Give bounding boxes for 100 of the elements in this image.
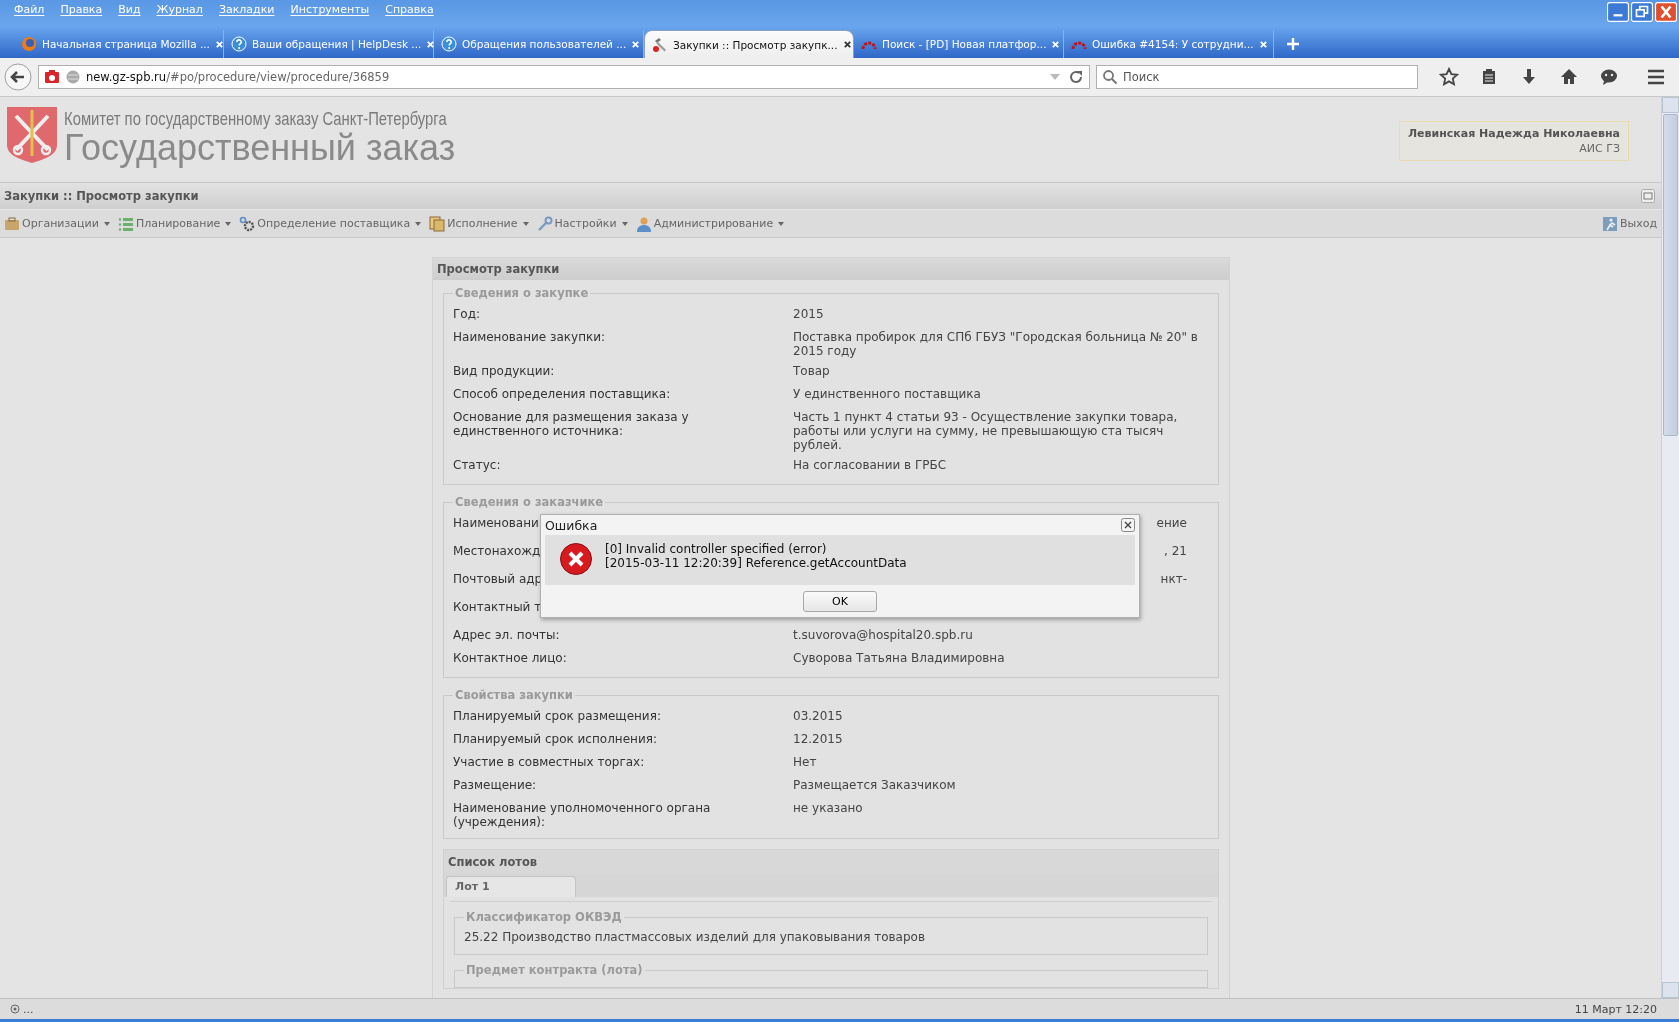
browser-tab[interactable]: Закупки :: Просмотр закупк... (644, 30, 854, 58)
documents-icon (429, 215, 446, 232)
field-value: На согласовании в ГРБС (793, 458, 947, 472)
field-label: Вид продукции: (453, 364, 555, 378)
user-name: Левинская Надежда Николаевна (1407, 127, 1620, 140)
caret-icon (415, 221, 422, 226)
emblem-icon (6, 106, 58, 164)
field-label: Наименовани (453, 516, 539, 530)
restore-icon[interactable] (1631, 2, 1653, 22)
lots-title: Список лотов (444, 850, 1218, 874)
field-label: Статус: (453, 458, 501, 472)
error-icon (559, 542, 593, 576)
menu-item[interactable]: Вид (110, 3, 149, 16)
menu-item[interactable]: Правка (52, 3, 111, 16)
organization-name: Комитет по государственному заказу Санкт-Петербурга (64, 108, 448, 130)
scrollbar[interactable] (1661, 97, 1679, 998)
field-label: Контактное лицо: (453, 651, 567, 665)
group-title: Классификатор ОКВЭД (465, 910, 623, 924)
field-value: Часть 1 пункт 4 статьи 93 - Осуществление закупки товара, работы или услуги на сумму, не превышающую ста тысяч рублей. (793, 410, 1178, 452)
caret-icon (103, 221, 110, 226)
back-icon[interactable] (4, 63, 32, 91)
toolbar-menu[interactable]: Настройки (536, 215, 628, 232)
page-title: Закупки :: Просмотр закупки (4, 189, 199, 203)
help-icon (231, 36, 247, 52)
panel-title: Просмотр закупки (433, 258, 1229, 280)
menu-item[interactable]: Закладки (210, 3, 283, 16)
field-value: ение (1156, 516, 1187, 530)
star-icon[interactable] (1439, 67, 1459, 87)
new-tab-icon[interactable] (1286, 37, 1300, 51)
field-value: Суворова Татьяна Владимировна (793, 651, 1005, 665)
error-message: [2015-03-11 12:20:39] Reference.getAccountData (605, 556, 907, 570)
caret-icon (621, 221, 628, 226)
toolbar-menu[interactable]: Администрирование (635, 215, 785, 232)
field-label: Участие в совместных торгах: (453, 755, 645, 769)
dialog-title: Ошибка (545, 517, 598, 533)
camera-icon (44, 69, 60, 85)
lot-tab[interactable]: Лот 1 (446, 876, 576, 897)
toolbar-menu[interactable]: Планирование (117, 215, 232, 232)
field-label: Размещение: (453, 778, 537, 792)
field-value: 03.2015 (793, 709, 843, 723)
field-value: 2015 (793, 307, 824, 321)
field-value: Товар (793, 364, 830, 378)
caret-icon (522, 221, 529, 226)
section-title: Свойства закупки (454, 688, 574, 702)
menu-icon[interactable] (1646, 67, 1666, 87)
chat-icon[interactable] (1599, 67, 1619, 87)
ok-button[interactable]: OK (803, 591, 877, 612)
close-icon[interactable] (842, 40, 852, 49)
menu-item[interactable]: Инструменты (282, 3, 378, 16)
close-icon[interactable] (1121, 518, 1135, 532)
field-value: Поставка пробирок для СПб ГБУЗ "Городская больница № 20" в 2015 году (793, 330, 1198, 358)
field-label: Местонахожд (453, 544, 541, 558)
field-label: Наименование уполномоченного органа (учреждения): (453, 801, 711, 829)
exit-icon (1601, 215, 1618, 232)
help-icon (441, 36, 457, 52)
field-value: t.suvorova@hospital20.spb.ru (793, 628, 973, 642)
menu-item[interactable]: Файл (6, 3, 53, 16)
globe-icon (65, 69, 81, 85)
hammer-icon (652, 36, 668, 53)
search-icon (1102, 69, 1118, 85)
status-icon (10, 1004, 20, 1014)
toolbar-menu[interactable]: Исполнение (429, 215, 529, 232)
menu-item[interactable]: Журнал (148, 3, 211, 16)
logout-button[interactable]: Выход (1601, 215, 1657, 232)
group-title: Предмет контракта (лота) (465, 963, 644, 977)
classifier-text: 25.22 Производство пластмассовых изделий для упаковывания товаров (464, 929, 926, 946)
field-label: Способ определения поставщика: (453, 387, 671, 401)
list-icon (117, 215, 134, 232)
field-value: , 21 (1164, 544, 1187, 558)
status-text: ... (23, 1002, 34, 1016)
field-value: нкт- (1160, 572, 1187, 586)
field-value: 12.2015 (793, 732, 843, 746)
reload-icon[interactable] (1068, 69, 1084, 85)
caret-icon (778, 221, 785, 226)
section-title: Сведения о закупке (454, 286, 590, 300)
field-label: Наименование закупки: (453, 330, 606, 344)
address-field[interactable]: new.gz-spb.ru/#po/procedure/view/procedure/36859 (38, 65, 1090, 89)
caret-icon (225, 221, 232, 226)
menu-item[interactable]: Справка (377, 3, 442, 16)
minimize-icon[interactable] (1607, 2, 1629, 22)
field-label: Основание для размещения заказа у единственного источника: (453, 410, 689, 438)
briefcase-icon (4, 215, 20, 232)
gears-icon (239, 215, 256, 232)
toolbar-menu[interactable]: Организации (4, 215, 110, 232)
status-clock: 11 Март 12:20 (1574, 1002, 1657, 1016)
section-title: Сведения о заказчике (454, 495, 605, 509)
home-icon[interactable] (1559, 67, 1579, 87)
field-value: Размещается Заказчиком (793, 778, 956, 792)
toolbar-menu[interactable]: Определение поставщика (239, 215, 422, 232)
field-label: Планируемый срок размещения: (453, 709, 661, 723)
field-label: Адрес эл. почты: (453, 628, 560, 642)
search-field[interactable]: Поиск (1096, 65, 1418, 89)
system-name: АИС ГЗ (1579, 142, 1620, 155)
field-value: У единственного поставщика (793, 387, 981, 401)
field-value: Нет (793, 755, 817, 769)
user-icon (635, 215, 652, 232)
scroll-thumb[interactable] (1663, 114, 1678, 436)
field-label: Планируемый срок исполнения: (453, 732, 657, 746)
firefox-icon (21, 36, 37, 52)
field-label: Год: (453, 307, 480, 321)
